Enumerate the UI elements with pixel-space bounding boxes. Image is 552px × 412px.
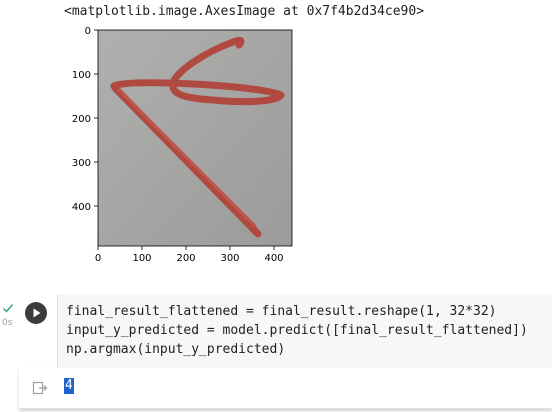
y-axis-ticks <box>94 29 98 207</box>
x-tick-label: 300 <box>220 253 239 264</box>
image-plot: 0 100 200 300 400 0 100 200 300 400 <box>63 20 303 268</box>
code-line[interactable]: np.argmax(input_y_predicted) <box>66 340 552 359</box>
y-tick-label: 100 <box>72 70 91 81</box>
x-tick-label: 0 <box>95 253 101 264</box>
check-icon <box>3 304 14 313</box>
x-tick-label: 100 <box>132 253 151 264</box>
notebook-page: <matplotlib.image.AxesImage at 0x7f4b2d3… <box>0 0 552 412</box>
code-editor[interactable]: final_result_flattened = final_result.re… <box>57 294 552 368</box>
y-tick-label: 200 <box>72 114 91 125</box>
execution-time: 0s <box>2 318 13 328</box>
plot-svg: 0 100 200 300 400 0 100 200 300 400 <box>72 26 293 264</box>
code-line[interactable]: final_result_flattened = final_result.re… <box>66 302 552 321</box>
y-tick-label: 300 <box>72 158 91 169</box>
output-value: 4 <box>64 378 74 394</box>
x-axis-ticks <box>97 246 275 250</box>
cell-status: 0s <box>0 300 22 340</box>
code-line[interactable]: input_y_predicted = model.predict([final… <box>66 321 552 340</box>
output-redirect-icon[interactable] <box>32 380 48 396</box>
y-tick-label: 0 <box>85 26 91 37</box>
play-icon <box>33 308 41 318</box>
x-tick-label: 200 <box>176 253 195 264</box>
y-tick-label: 400 <box>72 202 91 213</box>
run-cell-button[interactable] <box>25 302 47 324</box>
cell-output: 4 <box>19 368 552 409</box>
output-repr-text: <matplotlib.image.AxesImage at 0x7f4b2d3… <box>64 4 425 19</box>
x-tick-label: 400 <box>264 253 283 264</box>
